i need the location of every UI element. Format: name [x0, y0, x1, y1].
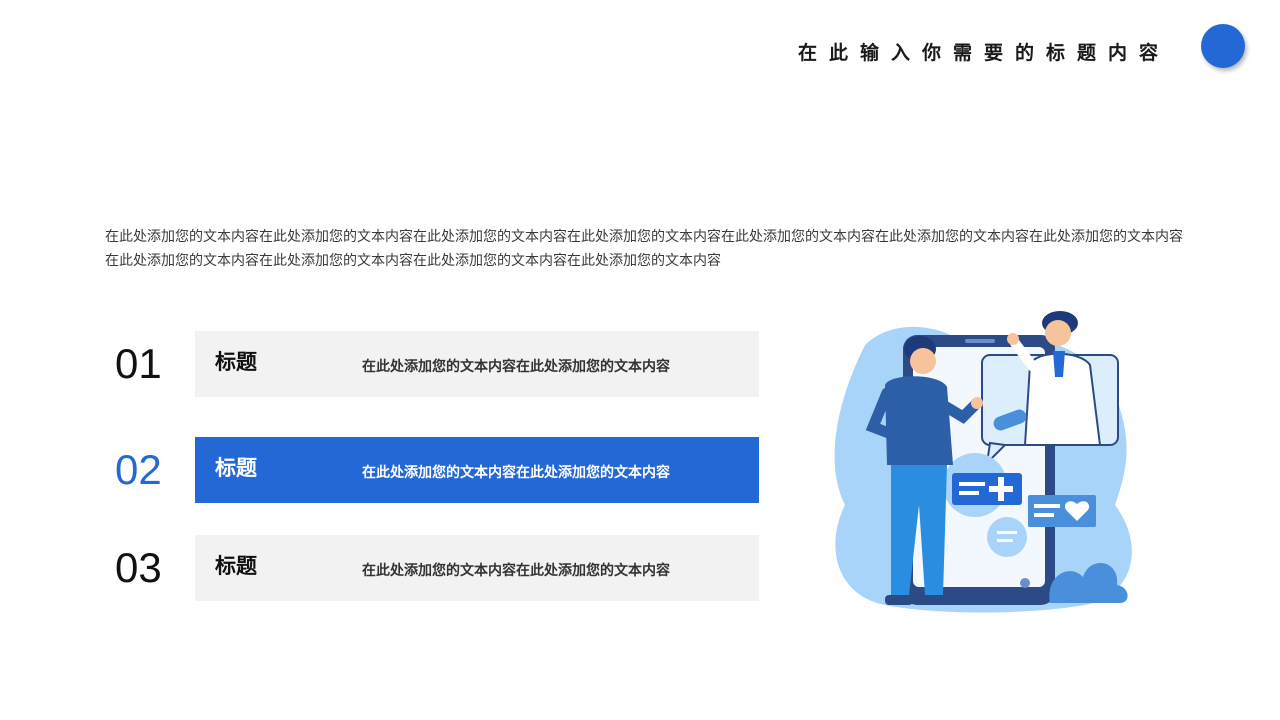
item-label: 标题: [215, 350, 257, 374]
item-bar: 标题 在此处添加您的文本内容在此处添加您的文本内容: [195, 331, 759, 397]
card-line: [959, 482, 985, 486]
patient-shoe: [885, 595, 913, 605]
item-label: 标题: [215, 456, 257, 480]
item-bar: 标题 在此处添加您的文本内容在此处添加您的文本内容: [195, 535, 759, 601]
doctor-shirt: [1053, 351, 1065, 377]
chat-line: [997, 531, 1017, 534]
doctor-hand: [1007, 333, 1019, 345]
item-bar: 标题 在此处添加您的文本内容在此处添加您的文本内容: [195, 437, 759, 503]
item-number: 01: [115, 340, 162, 387]
list-item-2: 02 标题 在此处添加您的文本内容在此处添加您的文本内容: [115, 437, 759, 503]
patient-hand: [971, 397, 983, 409]
list-item-1: 01 标题 在此处添加您的文本内容在此处添加您的文本内容: [115, 331, 759, 397]
doctor-head: [1045, 320, 1071, 346]
card-line: [959, 491, 979, 495]
page-title: 在此输入你需要的标题内容: [797, 42, 1170, 64]
doctor-consultation-illustration: pp: [834, 311, 1132, 613]
chat-line: [997, 539, 1013, 542]
patient-head: [910, 348, 936, 374]
intro-paragraph: 在此处添加您的文本内容在此处添加您的文本内容在此处添加您的文本内容在此处添加您的…: [105, 229, 1183, 269]
item-text: 在此处添加您的文本内容在此处添加您的文本内容: [362, 359, 670, 375]
phone-home-button: [1020, 578, 1030, 588]
item-label: 标题: [215, 554, 257, 578]
card-line: [1034, 513, 1054, 517]
card-line: [1034, 504, 1060, 508]
item-text: 在此处添加您的文本内容在此处添加您的文本内容: [362, 563, 670, 579]
item-number: 03: [115, 544, 162, 591]
item-number: 02: [115, 446, 162, 493]
chat-bubble-icon: [987, 517, 1027, 557]
patient-shoe: [923, 595, 953, 605]
corner-circle-decoration: [1201, 24, 1245, 68]
phone-speaker: [965, 339, 995, 343]
list-item-3: 03 标题 在此处添加您的文本内容在此处添加您的文本内容: [115, 535, 759, 601]
item-text: 在此处添加您的文本内容在此处添加您的文本内容: [362, 465, 670, 481]
patient-sweater: [885, 376, 953, 465]
